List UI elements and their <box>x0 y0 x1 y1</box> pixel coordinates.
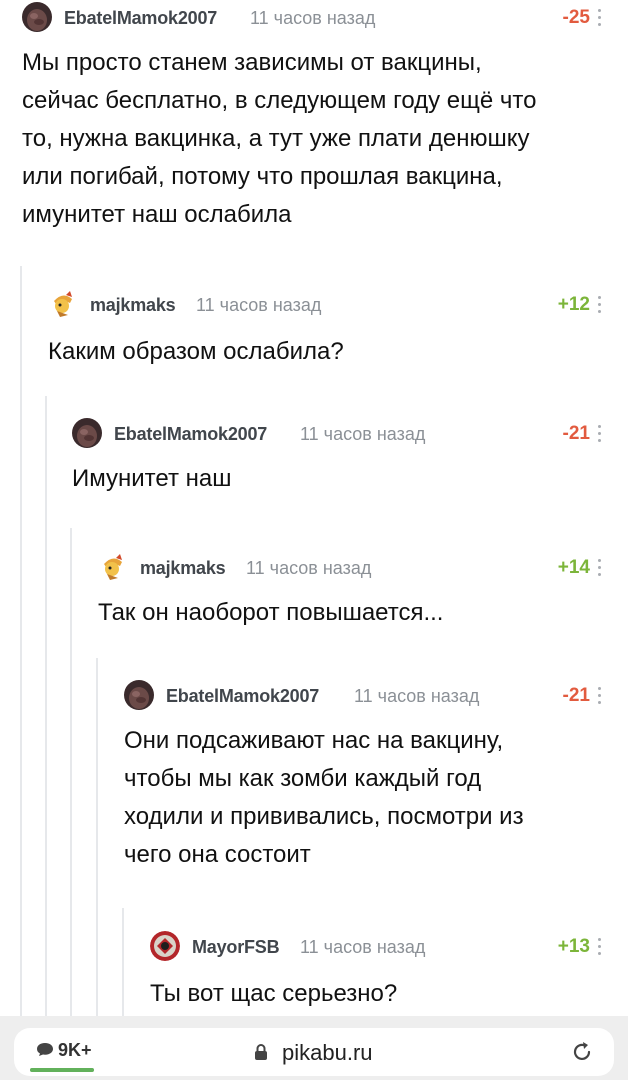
comment-timestamp: 11 часов назад <box>354 686 480 706</box>
comment: EbatelMamok2007 11 часов назад -21 Имуни… <box>72 418 628 508</box>
comment-rating: +14 <box>557 557 590 578</box>
comment-text: Ты вот щас серьезно? <box>150 975 397 1013</box>
comment-bubble-icon <box>37 1043 53 1056</box>
comment-text-line: то, нужна вакцинка, а тут уже плати деню… <box>22 125 530 152</box>
avatar[interactable] <box>98 552 128 582</box>
comment-text: Мы просто станем зависимы от вакцины, се… <box>22 44 537 234</box>
more-icon[interactable] <box>598 687 602 707</box>
comment-timestamp: 11 часов назад <box>246 558 372 578</box>
comment-header: MayorFSB 11 часов назад +13 <box>150 931 628 965</box>
comment: MayorFSB 11 часов назад +13 Ты вот щас с… <box>150 931 628 1016</box>
page-load-progress <box>30 1068 94 1072</box>
comment-text-line: Ты вот щас серьезно? <box>150 980 398 1007</box>
thread-line[interactable] <box>122 908 124 1016</box>
avatar[interactable] <box>150 931 180 961</box>
comment: EbatelMamok2007 11 часов назад -25 Мы пр… <box>22 2 628 242</box>
thread-line[interactable] <box>20 266 22 1016</box>
comment-author[interactable]: MayorFSB <box>192 937 280 958</box>
comment-author[interactable]: EbatelMamok2007 <box>166 686 319 707</box>
comment: EbatelMamok2007 11 часов назад -21 Они п… <box>124 680 628 880</box>
comment-text-line: Имунитет наш <box>72 465 232 492</box>
avatar[interactable] <box>48 289 78 319</box>
comment-text-line: Каким образом ослабила? <box>48 338 344 365</box>
comment-text-line: ходили и прививались, посмотри из <box>124 803 524 830</box>
comment-timestamp: 11 часов назад <box>196 295 322 315</box>
comment: majkmaks 11 часов назад +14 Так он наобо… <box>98 552 628 642</box>
comment-header: EbatelMamok2007 11 часов назад -21 <box>124 680 628 714</box>
comment-text-line: сейчас бесплатно, в следующем году ещё ч… <box>22 87 537 114</box>
avatar[interactable] <box>22 2 52 32</box>
comment-text: Они подсаживают нас на вакцину, чтобы мы… <box>124 722 524 874</box>
comment-rating: -25 <box>562 7 590 28</box>
comment-author[interactable]: majkmaks <box>90 295 176 316</box>
comment-rating: -21 <box>562 423 590 444</box>
comments-counter[interactable]: 9K+ <box>36 1040 92 1061</box>
comment-timestamp: 11 часов назад <box>250 8 376 28</box>
comment-text-line: имунитет наш ослабила <box>22 201 292 228</box>
comment-timestamp: 11 часов назад <box>300 937 426 957</box>
comment-text: Каким образом ослабила? <box>48 333 344 371</box>
more-icon[interactable] <box>598 938 602 958</box>
comment-rating: +12 <box>557 294 590 315</box>
more-icon[interactable] <box>598 559 602 579</box>
comment-author[interactable]: EbatelMamok2007 <box>64 8 217 29</box>
browser-toolbar: 9K+ pikabu.ru <box>0 1016 628 1080</box>
comment-author[interactable]: majkmaks <box>140 558 226 579</box>
page-load-progress-fill <box>30 1068 94 1072</box>
avatar[interactable] <box>124 680 154 710</box>
comment-rating: -21 <box>562 685 590 706</box>
comment-header: majkmaks 11 часов назад +12 <box>48 289 628 323</box>
thread-line[interactable] <box>45 396 47 1016</box>
comment-text: Имунитет наш <box>72 460 231 498</box>
comment-timestamp: 11 часов назад <box>300 424 426 444</box>
comments-count-label: 9K+ <box>58 1040 92 1060</box>
comment-text-line: чтобы мы как зомби каждый год <box>124 765 482 792</box>
comment-text-line: или погибай, потому что прошлая вакцина, <box>22 163 503 190</box>
comment: majkmaks 11 часов назад +12 Каким образо… <box>48 289 628 379</box>
comment-rating: +13 <box>557 936 590 957</box>
thread-line[interactable] <box>70 528 72 1016</box>
more-icon[interactable] <box>598 425 602 445</box>
comment-header: EbatelMamok2007 11 часов назад -25 <box>22 2 628 36</box>
comment-text-line: Они подсаживают нас на вакцину, <box>124 727 504 754</box>
comment-text-line: Мы просто станем зависимы от вакцины, <box>22 49 482 76</box>
comment-text-line: чего она состоит <box>124 841 311 868</box>
avatar[interactable] <box>72 418 102 448</box>
lock-icon <box>255 1044 267 1060</box>
more-icon[interactable] <box>598 9 602 29</box>
comment-header: majkmaks 11 часов назад +14 <box>98 552 628 586</box>
address-bar[interactable]: 9K+ pikabu.ru <box>14 1028 614 1076</box>
comment-header: EbatelMamok2007 11 часов назад -21 <box>72 418 628 452</box>
thread-line[interactable] <box>96 658 98 1016</box>
comment-thread-page: EbatelMamok2007 11 часов назад -25 Мы пр… <box>0 0 628 1080</box>
url-text: pikabu.ru <box>282 1040 373 1065</box>
comment-author[interactable]: EbatelMamok2007 <box>114 424 267 445</box>
comment-text: Так он наоборот повышается... <box>98 594 443 632</box>
comment-text-line: Так он наоборот повышается... <box>98 599 444 626</box>
more-icon[interactable] <box>598 296 602 316</box>
reload-icon[interactable] <box>570 1040 594 1064</box>
